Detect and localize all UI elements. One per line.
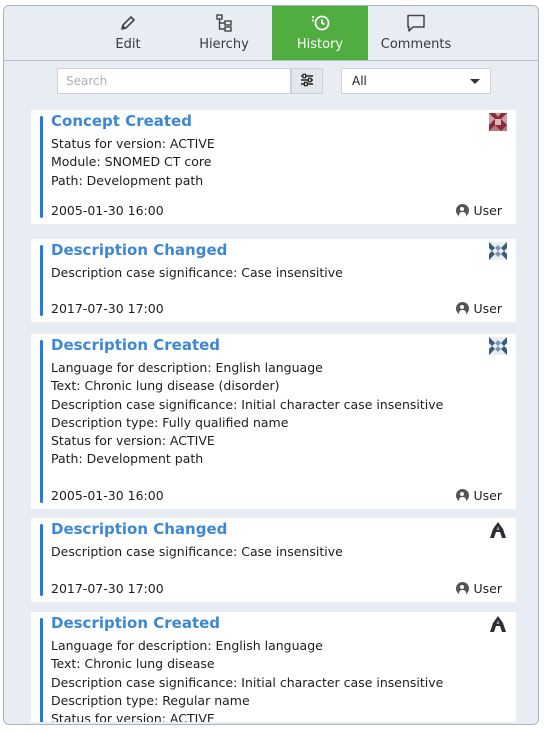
- history-item-details: Description case significance: Case inse…: [51, 543, 343, 561]
- history-item[interactable]: Description Created Language for descrip…: [31, 334, 516, 509]
- history-item[interactable]: Description Changed Description case sig…: [31, 239, 516, 322]
- user-icon: [455, 302, 469, 315]
- accent-bar: [40, 524, 43, 596]
- user-icon: [455, 489, 469, 502]
- blue-pattern-avatar-icon: [489, 337, 507, 355]
- history-panel: Edit Hierchy History Comments Search All…: [3, 5, 539, 725]
- detail-line: Language for description: English langua…: [51, 360, 323, 375]
- user-label: User: [473, 203, 503, 218]
- history-item-title: Description Created: [51, 614, 221, 632]
- tab-bar: Edit Hierchy History Comments: [4, 6, 538, 61]
- history-item-user: User: [455, 301, 503, 316]
- history-filter-select[interactable]: All: [341, 68, 491, 94]
- sliders-icon: [300, 72, 314, 91]
- filter-settings-button[interactable]: [291, 68, 323, 94]
- search-input[interactable]: [57, 68, 291, 94]
- comment-icon: [405, 12, 427, 34]
- tab-hierchy[interactable]: Hierchy: [176, 6, 272, 60]
- select-value: All: [352, 74, 367, 88]
- history-item-title: Description Changed: [51, 241, 228, 259]
- detail-line: Description case significance: Initial c…: [51, 674, 444, 690]
- detail-line: Language for description: English langua…: [51, 638, 323, 653]
- history-item-details: Language for description: English langua…: [51, 637, 443, 722]
- detail-line: Module: SNOMED CT core: [51, 154, 212, 170]
- tab-hierchy-label: Hierchy: [199, 37, 249, 52]
- tab-comments[interactable]: Comments: [368, 6, 464, 60]
- accent-bar: [40, 116, 43, 218]
- history-list[interactable]: Concept Created Status for version: ACTI…: [31, 110, 516, 722]
- dark-pattern-avatar-icon: [489, 521, 507, 539]
- tab-edit-label: Edit: [115, 37, 141, 52]
- history-item-date: 2005-01-30 16:00: [51, 488, 164, 503]
- detail-line: Description case significance: Case inse…: [51, 544, 343, 559]
- detail-line: Status for version: ACTIVE: [51, 711, 215, 722]
- accent-bar: [40, 245, 43, 316]
- detail-line: Text: Chronic lung disease (disorder): [51, 378, 280, 394]
- history-icon: [309, 12, 331, 34]
- history-item[interactable]: Concept Created Status for version: ACTI…: [31, 110, 516, 224]
- user-label: User: [473, 581, 503, 596]
- accent-bar: [40, 340, 43, 503]
- detail-line: Text: Chronic lung disease: [51, 656, 215, 672]
- history-item-title: Concept Created: [51, 112, 192, 130]
- history-item-title: Description Created: [51, 336, 221, 354]
- detail-line: Description type: Fully qualified name: [51, 414, 289, 430]
- hierarchy-icon: [214, 12, 234, 34]
- history-item-date: 2017-07-30 17:00: [51, 301, 164, 316]
- history-item[interactable]: Description Changed Description case sig…: [31, 518, 516, 602]
- detail-line: Description case significance: Initial c…: [51, 396, 444, 412]
- detail-line: Description type: Regular name: [51, 692, 250, 708]
- history-item-date: 2005-01-30 16:00: [51, 203, 164, 218]
- detail-line: Description case significance: Case inse…: [51, 265, 343, 280]
- tab-history[interactable]: History: [272, 6, 368, 60]
- tab-history-label: History: [296, 37, 344, 52]
- chevron-down-icon: [470, 78, 480, 84]
- history-item-details: Status for version: ACTIVE Module: SNOME…: [51, 135, 215, 190]
- detail-line: Status for version: ACTIVE: [51, 136, 215, 151]
- detail-line: Path: Development path: [51, 451, 204, 467]
- history-item-title: Description Changed: [51, 520, 228, 538]
- history-item-date: 2017-07-30 17:00: [51, 581, 164, 596]
- history-item-user: User: [455, 203, 503, 218]
- history-item-details: Description case significance: Case inse…: [51, 264, 343, 282]
- history-item-user: User: [455, 488, 503, 503]
- user-label: User: [473, 301, 503, 316]
- accent-bar: [40, 618, 43, 722]
- red-pattern-avatar-icon: [489, 113, 507, 131]
- detail-line: Path: Development path: [51, 172, 204, 188]
- tab-edit[interactable]: Edit: [80, 6, 176, 60]
- detail-line: Status for version: ACTIVE: [51, 433, 215, 449]
- user-icon: [455, 204, 469, 217]
- user-label: User: [473, 488, 503, 503]
- user-icon: [455, 582, 469, 595]
- history-item[interactable]: Description Created Language for descrip…: [31, 612, 516, 722]
- dark-pattern-avatar-icon: [489, 615, 507, 633]
- tab-comments-label: Comments: [380, 37, 452, 52]
- search-row: All: [4, 68, 538, 96]
- blue-pattern-avatar-icon: [489, 242, 507, 260]
- pencil-icon: [119, 12, 137, 34]
- history-item-details: Language for description: English langua…: [51, 359, 443, 469]
- history-item-user: User: [455, 581, 503, 596]
